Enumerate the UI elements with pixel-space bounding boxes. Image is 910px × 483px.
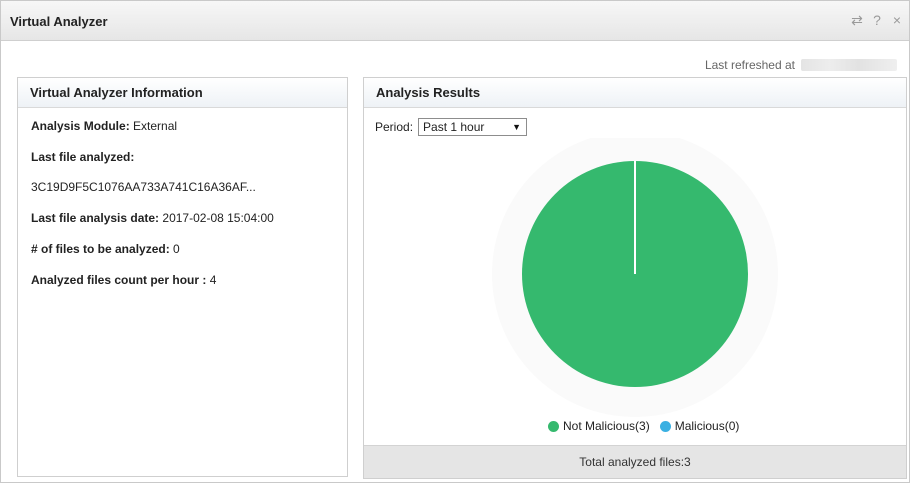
last-refreshed-timestamp-redacted [801, 59, 897, 71]
info-label: Last file analysis date: [31, 211, 160, 225]
info-value: 4 [209, 273, 217, 287]
help-icon[interactable]: ? [871, 13, 883, 27]
info-row-file-hash: 3C19D9F5C1076AA733A741C16A36AF... [31, 180, 256, 194]
info-label: # of files to be analyzed: [31, 242, 170, 256]
legend-item-malicious[interactable]: Malicious(0) [659, 419, 740, 433]
legend-label: Not Malicious(3) [563, 419, 650, 433]
info-panel: Virtual Analyzer Information Analysis Mo… [17, 77, 348, 477]
refresh-icon[interactable]: ⇄ [851, 13, 863, 27]
info-row-analysis-module: Analysis Module: External [31, 119, 177, 133]
info-row-files-to-analyze: # of files to be analyzed: 0 [31, 242, 180, 256]
results-panel-title: Analysis Results [364, 78, 906, 108]
info-row-analysis-date: Last file analysis date: 2017-02-08 15:0… [31, 211, 274, 225]
widget-titlebar: Virtual Analyzer ⇄ ? × [1, 1, 909, 41]
legend-item-not-malicious[interactable]: Not Malicious(3) [548, 419, 650, 433]
legend-dot-icon [659, 420, 671, 432]
close-icon[interactable]: × [891, 13, 903, 27]
info-value: 2017-02-08 15:04:00 [162, 211, 274, 225]
info-label: Analyzed files count per hour : [31, 273, 207, 287]
info-value: 0 [173, 242, 180, 256]
legend-dot-icon [548, 420, 559, 432]
period-select-value: Past 1 hour [423, 120, 485, 134]
pie-chart [364, 138, 906, 438]
virtual-analyzer-widget: Virtual Analyzer ⇄ ? × Last refreshed at… [0, 0, 910, 483]
pie-chart-svg [492, 138, 778, 417]
last-refreshed: Last refreshed at [705, 58, 897, 72]
info-panel-title: Virtual Analyzer Information [18, 78, 347, 108]
last-refreshed-label: Last refreshed at [704, 58, 795, 72]
info-label: Last file analyzed: [31, 150, 135, 164]
file-hash-value: 3C19D9F5C1076AA733A741C16A36AF... [31, 180, 256, 194]
chart-legend: Not Malicious(3) Malicious(0) [548, 419, 749, 433]
period-control: Period: Past 1 hour ▼ [375, 118, 528, 136]
titlebar-actions: ⇄ ? × [851, 13, 903, 27]
period-select[interactable]: Past 1 hour ▼ [418, 118, 528, 136]
info-value: External [133, 119, 178, 133]
dropdown-arrow-icon: ▼ [512, 122, 522, 132]
info-row-files-per-hour: Analyzed files count per hour : 4 [31, 273, 216, 287]
period-label: Period: [375, 120, 414, 134]
info-row-last-file: Last file analyzed: [31, 150, 134, 164]
results-panel: Analysis Results Period: Past 1 hour ▼ N… [363, 77, 907, 479]
total-analyzed-footer: Total analyzed files:3 [364, 445, 906, 478]
widget-title: Virtual Analyzer [10, 14, 108, 29]
info-label: Analysis Module: [31, 119, 130, 133]
legend-label: Malicious(0) [674, 419, 740, 433]
